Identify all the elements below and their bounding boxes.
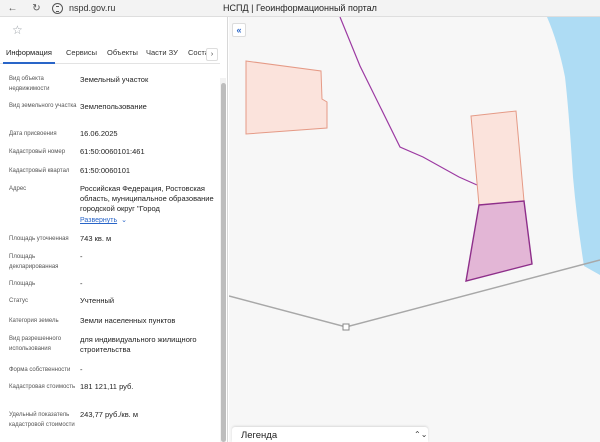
attr-value: - [80,365,83,374]
neighbor-parcel[interactable] [470,110,525,206]
window-title: НСПД | Геоинформационный портал [223,3,377,13]
attr-label: Дата присвоения [9,131,57,137]
attr-value: Российская Федерация, Ростовская область… [80,184,214,213]
attr-value: для индивидуального жилищного строительс… [80,335,197,354]
tab-objects[interactable]: Объекты [107,47,138,59]
attr-value: 743 кв. м [80,234,112,243]
attr-label: Вид объекта недвижимости [9,76,50,92]
attr-value: - [80,279,83,288]
attr-label: Статус [9,298,28,304]
map-canvas[interactable] [229,17,600,442]
attr-value: 243,77 руб./кв. м [80,410,138,419]
attr-label: Площадь [9,281,36,287]
tab-services[interactable]: Сервисы [66,47,97,59]
favorite-star-icon[interactable]: ☆ [12,24,23,36]
expand-collapse-icon[interactable]: ⌃⌄ [414,429,427,441]
attr-label: Адрес [9,186,27,192]
attr-value: 16.06.2025 [80,129,118,138]
tab-parcel-parts[interactable]: Части ЗУ [146,47,178,59]
attr-value[interactable]: 61:50:0060101:461 [80,147,218,157]
tabs-scroll-right-icon[interactable]: › [206,48,218,61]
legend-panel[interactable]: Легенда ⌃⌄ [232,427,428,442]
info-tabs: Информация Сервисы Объекты Части ЗУ Сост… [0,44,220,64]
attr-value: Учтенный [80,296,115,305]
panel-scrollbar-thumb[interactable] [221,83,226,442]
attr-value: Земельный участок [80,75,149,84]
back-arrow-icon[interactable]: ← [6,2,19,15]
attr-value: Землепользование [80,102,147,111]
object-info-panel: ☆ Информация Сервисы Объекты Части ЗУ Со… [0,17,228,442]
tab-information[interactable]: Информация [6,47,52,59]
attr-value: 181 121,11 руб. [80,382,134,391]
attr-label: Вид разрешенного использования [9,336,62,352]
attr-value: - [80,252,83,261]
site-info-icon[interactable] [52,3,63,14]
collapse-panel-icon[interactable]: « [232,23,246,37]
reload-icon[interactable]: ↻ [30,2,43,15]
road-node-marker[interactable] [342,323,350,331]
chevron-down-icon[interactable]: ⌄ [121,217,127,224]
attr-label: Площадь декларированная [9,254,59,270]
attr-label: Площадь уточненная [9,236,69,242]
attr-label: Форма собственности [9,367,71,373]
attr-label: Вид земельного участка [9,103,77,109]
attr-label: Удельный показатель кадастровой стоимост… [9,412,75,428]
neighbor-parcel[interactable] [245,60,328,135]
attr-value: Земли населенных пунктов [80,316,176,325]
attr-label: Кадастровый номер [9,149,66,155]
attr-label: Кадастровая стоимость [9,384,76,390]
active-tab-indicator [3,62,55,64]
attr-label: Категория земель [9,318,59,324]
map-layer[interactable] [229,17,600,442]
legend-title: Легенда [241,430,278,441]
expand-link[interactable]: Развернуть [80,217,117,224]
address-expand[interactable]: Развернуть ⌄ [80,215,218,226]
attr-label: Кадастровый квартал [9,168,70,174]
browser-toolbar: ← ↻ nspd.gov.ru НСПД | Геоинформационный… [0,0,600,17]
address-bar[interactable]: nspd.gov.ru [69,2,115,15]
attr-value[interactable]: 61:50:0060101 [80,166,218,176]
